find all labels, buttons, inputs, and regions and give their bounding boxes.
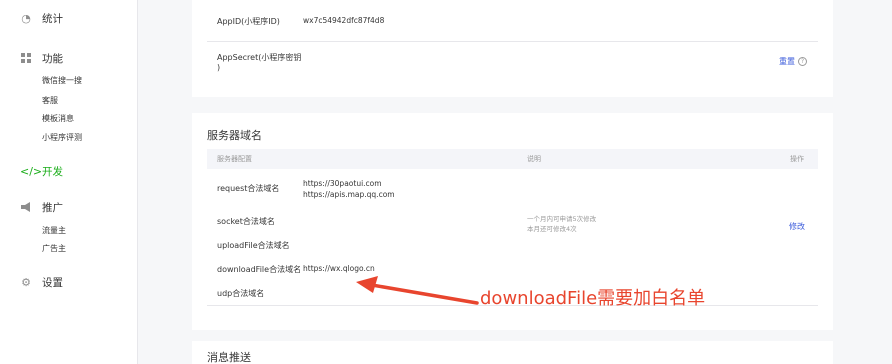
annotation-text: downloadFile需要加白名单 [480, 288, 706, 309]
annotation-arrow [356, 276, 479, 305]
